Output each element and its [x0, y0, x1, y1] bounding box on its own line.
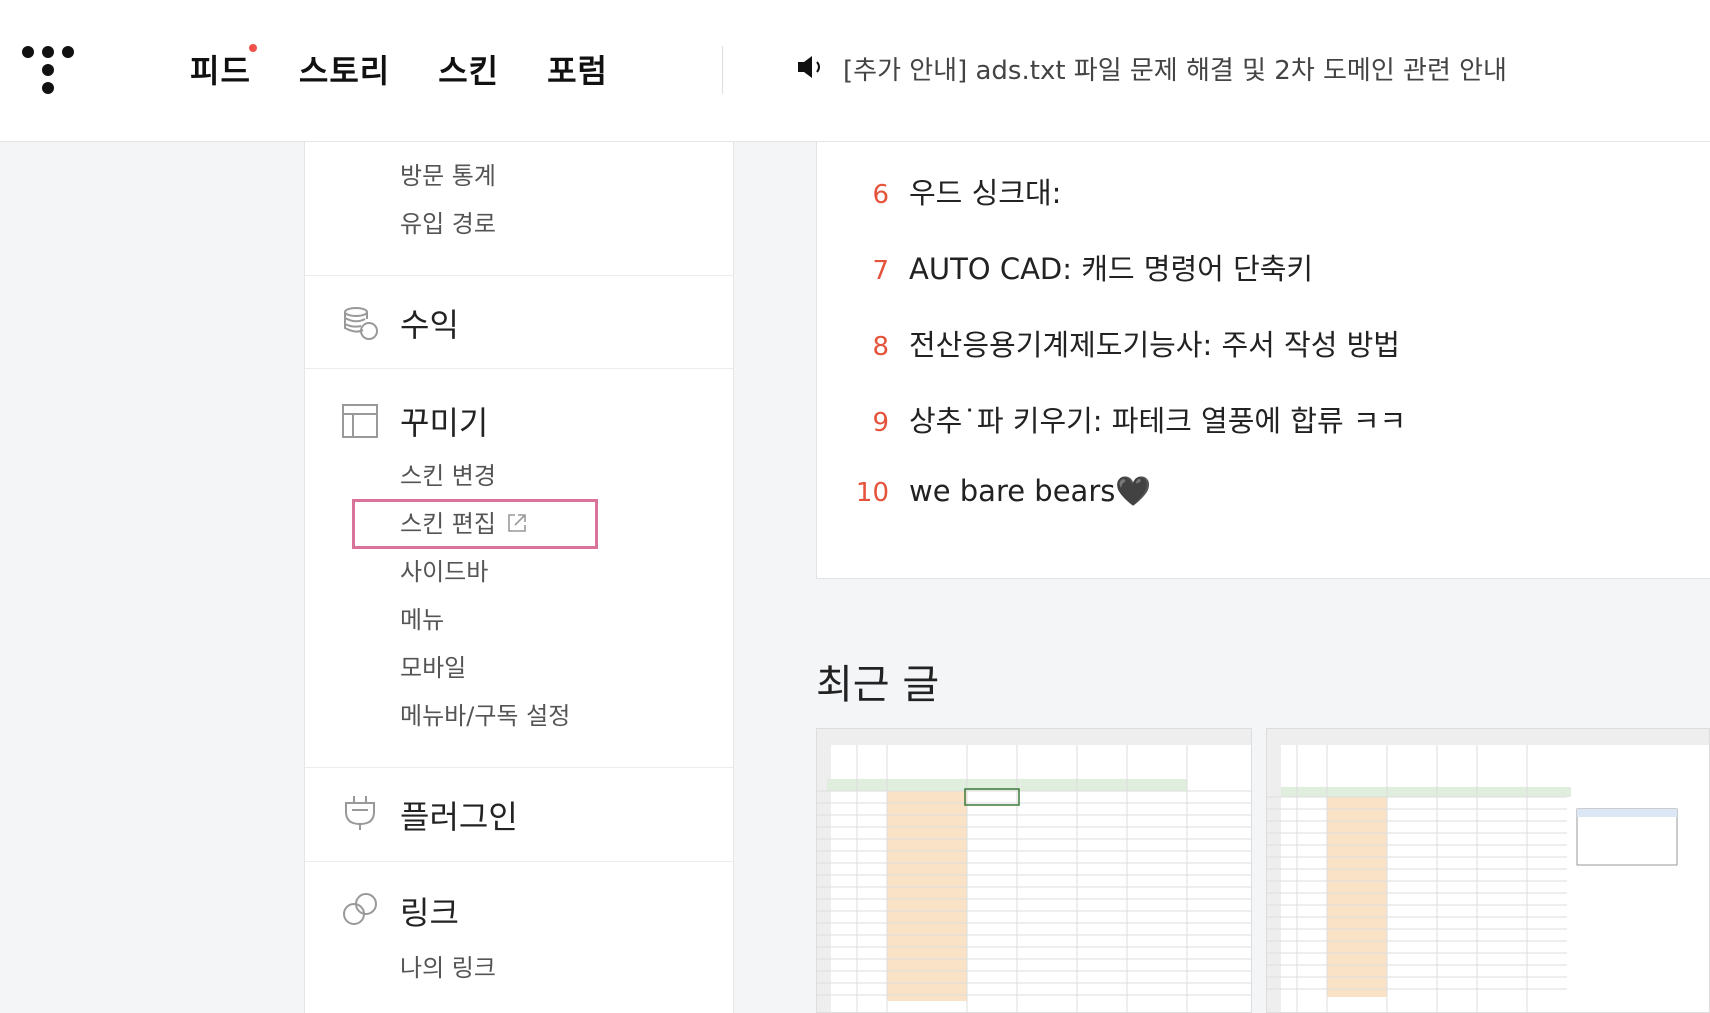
sidebar-section-decorate[interactable]: 꾸미기 — [400, 398, 488, 444]
rank-number: 7 — [872, 256, 889, 286]
sidebar-item-my-links[interactable]: 나의 링크 — [400, 948, 496, 983]
divider — [305, 275, 733, 276]
sidebar-item-change-skin[interactable]: 스킨 변경 — [400, 456, 496, 491]
post-title[interactable]: 우드 싱크대: — [909, 170, 1061, 212]
plugin-icon — [341, 794, 379, 832]
nav-forum[interactable]: 포럼 — [547, 46, 608, 92]
header-divider — [722, 46, 723, 94]
spreadsheet-thumbnail-image — [817, 729, 1251, 1012]
divider — [305, 767, 733, 768]
sidebar-item-referrers[interactable]: 유입 경로 — [400, 204, 496, 239]
top-bar: 피드 스토리 스킨 포럼 [추가 안내] ads.txt 파일 문제 해결 및 … — [0, 0, 1710, 142]
post-title[interactable]: 상추˙파 키우기: 파테크 열풍에 합류 ㅋㅋ — [909, 398, 1406, 440]
highlight-box — [352, 499, 598, 549]
list-item[interactable]: 7 AUTO CAD: 캐드 명령어 단축키 — [817, 246, 1313, 288]
spreadsheet-thumbnail-image — [1267, 729, 1709, 1012]
divider — [305, 861, 733, 862]
nav-feed[interactable]: 피드 — [190, 44, 257, 92]
nav-story[interactable]: 스토리 — [299, 46, 390, 92]
sidebar-item-menubar-subscribe[interactable]: 메뉴바/구독 설정 — [400, 696, 570, 731]
popular-posts-card: 6 우드 싱크대: 7 AUTO CAD: 캐드 명령어 단축키 8 전산응용기… — [816, 142, 1710, 579]
sidebar-item-visit-stats[interactable]: 방문 통계 — [400, 156, 496, 191]
recent-post-thumbnail[interactable] — [1266, 728, 1710, 1013]
layout-icon — [341, 402, 379, 440]
recent-post-thumbnail[interactable] — [816, 728, 1252, 1013]
post-title[interactable]: 전산응용기계제도기능사: 주서 작성 방법 — [909, 322, 1400, 364]
nav-skin[interactable]: 스킨 — [438, 46, 499, 92]
recent-posts-title: 최근 글 — [816, 662, 940, 708]
list-item[interactable]: 9 상추˙파 키우기: 파테크 열풍에 합류 ㅋㅋ — [817, 398, 1406, 440]
notification-dot — [248, 44, 257, 52]
link-icon — [341, 890, 379, 928]
rank-number: 9 — [872, 408, 889, 438]
main-nav: 피드 스토리 스킨 포럼 — [190, 44, 608, 92]
sidebar-item-menu[interactable]: 메뉴 — [400, 600, 444, 635]
rank-number: 8 — [872, 332, 889, 362]
notice-text[interactable]: [추가 안내] ads.txt 파일 문제 해결 및 2차 도메인 관련 안내 — [843, 50, 1507, 87]
speaker-icon — [795, 52, 825, 86]
list-item[interactable]: 10 we bare bears🖤 — [817, 474, 1152, 509]
list-item[interactable]: 8 전산응용기계제도기능사: 주서 작성 방법 — [817, 322, 1400, 364]
sidebar-section-link[interactable]: 링크 — [400, 888, 459, 934]
tistory-logo[interactable] — [22, 46, 76, 96]
post-title[interactable]: AUTO CAD: 캐드 명령어 단축키 — [909, 246, 1313, 288]
notice-banner[interactable]: [추가 안내] ads.txt 파일 문제 해결 및 2차 도메인 관련 안내 — [795, 50, 1507, 87]
sidebar-item-sidebar[interactable]: 사이드바 — [400, 552, 488, 587]
coins-icon — [341, 304, 379, 342]
admin-sidebar: 방문 통계 유입 경로 수익 꾸미기 스킨 변경 스킨 편집 사이드바 메뉴 모… — [304, 142, 734, 1013]
rank-number: 6 — [872, 180, 889, 210]
rank-number: 10 — [855, 478, 889, 508]
sidebar-section-revenue[interactable]: 수익 — [400, 300, 459, 346]
post-title[interactable]: we bare bears🖤 — [909, 474, 1151, 509]
sidebar-item-mobile[interactable]: 모바일 — [400, 648, 466, 683]
divider — [305, 368, 733, 369]
list-item[interactable]: 6 우드 싱크대: — [817, 170, 1061, 212]
sidebar-section-plugin[interactable]: 플러그인 — [400, 792, 518, 838]
